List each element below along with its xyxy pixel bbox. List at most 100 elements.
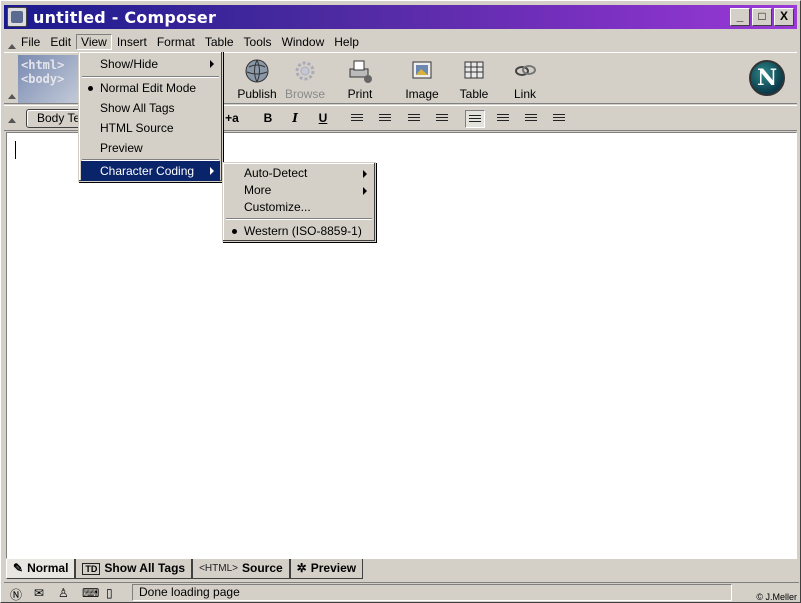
menu-window[interactable]: Window — [277, 34, 330, 50]
maximize-button[interactable]: □ — [752, 8, 772, 26]
close-button[interactable]: X — [774, 8, 794, 26]
print-button[interactable]: Print — [335, 55, 385, 103]
outdent-button[interactable] — [404, 110, 424, 128]
formatbar-grip-icon[interactable] — [8, 118, 16, 128]
submenu-arrow-icon — [363, 170, 367, 178]
underline-button[interactable]: U — [313, 110, 333, 128]
menu-item-preview[interactable]: Preview — [81, 138, 220, 158]
tab-source[interactable]: <HTML> Source — [192, 559, 290, 579]
html-source-label: HTML Source — [100, 121, 174, 135]
auto-detect-label: Auto-Detect — [244, 166, 308, 180]
copyright-watermark: © J.Meller — [756, 592, 797, 602]
menu-file[interactable]: File — [16, 34, 45, 50]
align-left-icon — [469, 115, 481, 124]
netscape-logo[interactable]: N — [749, 60, 785, 96]
customize-label: Customize... — [244, 200, 311, 214]
toolbar-grip-icon[interactable] — [8, 91, 16, 101]
browse-label: Browse — [284, 87, 325, 101]
numbered-list-button[interactable] — [375, 110, 395, 128]
print-label[interactable]: Print — [348, 87, 373, 101]
align-right-icon — [525, 114, 537, 123]
title-bar[interactable]: untitled - Composer _ □ X — [4, 5, 797, 29]
menu-bar: File Edit View Insert Format Table Tools… — [4, 32, 797, 52]
menu-help[interactable]: Help — [329, 34, 364, 50]
gear-icon — [295, 61, 315, 81]
numbered-list-icon — [379, 114, 391, 123]
tab-normal[interactable]: ✎ Normal — [6, 559, 76, 579]
tab-show-all-tags[interactable]: TD Show All Tags — [75, 559, 193, 579]
minimize-button[interactable]: _ — [730, 8, 750, 26]
indent-icon — [436, 114, 448, 123]
tab-normal-label: Normal — [27, 561, 69, 575]
menu-item-show-hide[interactable]: Show/Hide — [81, 54, 220, 74]
show-hide-label: Show/Hide — [100, 57, 159, 71]
menu-insert[interactable]: Insert — [112, 34, 152, 50]
pencil-icon: ✎ — [13, 561, 24, 575]
mail-icon[interactable]: ✉ — [34, 586, 52, 600]
justify-button[interactable] — [549, 110, 569, 128]
view-menu: Show/Hide Normal Edit Mode Show All Tags… — [78, 51, 223, 182]
menu-item-more[interactable]: More — [225, 182, 373, 199]
indent-button[interactable] — [432, 110, 452, 128]
tab-show-all-tags-label: Show All Tags — [104, 561, 186, 575]
character-coding-label: Character Coding — [100, 164, 195, 178]
bullet-list-icon — [351, 114, 363, 123]
security-icon[interactable]: ▯ — [106, 586, 124, 600]
preview-label: Preview — [100, 141, 143, 155]
bullet-list-button[interactable] — [347, 110, 367, 128]
menu-view[interactable]: View — [76, 34, 112, 50]
publish-label: Publish — [237, 87, 277, 101]
navigator-icon[interactable]: Ⓝ — [10, 586, 28, 602]
menu-item-character-coding[interactable]: Character Coding — [81, 161, 220, 181]
window-title: untitled - Composer — [33, 7, 217, 27]
align-left-button[interactable] — [465, 110, 485, 128]
image-icon — [412, 61, 432, 79]
edit-mode-tabs: ✎ Normal TD Show All Tags <HTML> Source … — [6, 559, 797, 580]
menu-edit[interactable]: Edit — [45, 34, 76, 50]
tab-source-label: Source — [241, 561, 283, 575]
table-button[interactable]: Table — [449, 55, 499, 103]
bold-button[interactable]: B — [258, 110, 278, 128]
menu-separator — [226, 218, 372, 220]
align-center-button[interactable] — [493, 110, 513, 128]
html-tag-icon: <HTML> — [199, 563, 238, 574]
publish-button[interactable]: Publish — [232, 55, 282, 103]
printer-icon — [349, 60, 372, 83]
menu-item-html-source[interactable]: HTML Source — [81, 118, 220, 138]
text-caret — [15, 141, 16, 159]
browse-button: Browse — [280, 55, 330, 103]
menu-format[interactable]: Format — [152, 34, 200, 50]
radio-bullet-icon — [232, 229, 237, 234]
justify-icon — [553, 114, 565, 123]
composer-app-icon[interactable] — [7, 7, 27, 27]
image-button[interactable]: Image — [397, 55, 447, 103]
table-label: Table — [459, 87, 489, 101]
tab-preview-label: Preview — [310, 561, 357, 575]
menu-item-western-iso-8859-1[interactable]: Western (ISO-8859-1) — [225, 222, 373, 240]
tab-preview[interactable]: ✲ Preview — [289, 559, 364, 579]
show-all-tags-label: Show All Tags — [100, 101, 175, 115]
window-controls: _ □ X — [730, 8, 794, 26]
table-icon — [464, 61, 484, 79]
editor-area[interactable] — [6, 132, 797, 559]
preview-icon: ✲ — [296, 561, 307, 575]
character-coding-submenu: Auto-Detect More Customize... Western (I… — [222, 162, 376, 242]
menu-table[interactable]: Table — [200, 34, 239, 50]
menu-item-normal-edit-mode[interactable]: Normal Edit Mode — [81, 78, 220, 98]
link-label: Link — [513, 87, 536, 101]
larger-font-button[interactable]: +a — [222, 110, 242, 128]
address-book-icon[interactable]: ♙ — [58, 586, 76, 600]
menu-item-customize[interactable]: Customize... — [225, 199, 373, 216]
image-label: Image — [405, 87, 439, 101]
italic-button[interactable]: I — [285, 110, 305, 128]
link-button[interactable]: Link — [500, 55, 550, 103]
menubar-grip-icon[interactable] — [8, 35, 16, 49]
menu-item-auto-detect[interactable]: Auto-Detect — [225, 165, 373, 182]
submenu-arrow-icon — [210, 60, 214, 68]
td-tag-icon: TD — [82, 562, 101, 575]
menu-item-show-all-tags[interactable]: Show All Tags — [81, 98, 220, 118]
menu-tools[interactable]: Tools — [239, 34, 277, 50]
align-right-button[interactable] — [521, 110, 541, 128]
composer-icon[interactable]: ⌨ — [82, 586, 100, 600]
chain-link-icon — [515, 65, 536, 76]
